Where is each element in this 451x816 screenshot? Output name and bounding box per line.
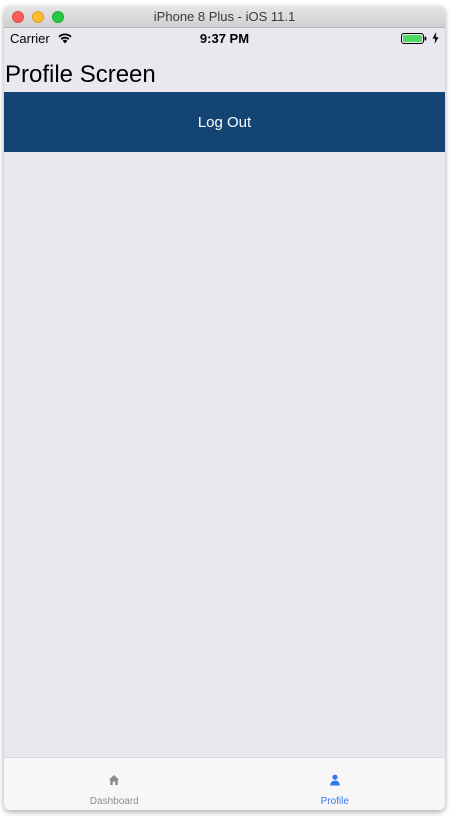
window-title: iPhone 8 Plus - iOS 11.1 bbox=[153, 9, 296, 24]
tab-profile-label: Profile bbox=[320, 796, 349, 807]
simulator-window: iPhone 8 Plus - iOS 11.1 Carrier 9:37 PM… bbox=[4, 6, 445, 810]
page-title: Profile Screen bbox=[5, 61, 156, 88]
battery-icon bbox=[401, 33, 427, 44]
tab-profile[interactable]: Profile bbox=[225, 758, 446, 810]
bolt-icon bbox=[432, 32, 439, 44]
tab-dashboard[interactable]: Dashboard bbox=[4, 758, 225, 810]
home-icon bbox=[109, 775, 120, 785]
status-time: 9:37 PM bbox=[199, 31, 250, 46]
tab-dashboard-label: Dashboard bbox=[89, 796, 139, 807]
logout-button[interactable]: Log Out bbox=[4, 92, 445, 152]
tab-bar: Dashboard Profile bbox=[4, 757, 445, 810]
window-titlebar[interactable]: iPhone 8 Plus - iOS 11.1 bbox=[4, 6, 445, 28]
logout-button-label: Log Out bbox=[197, 113, 252, 131]
status-bar: Carrier 9:37 PM bbox=[4, 28, 445, 48]
user-icon bbox=[329, 774, 340, 786]
